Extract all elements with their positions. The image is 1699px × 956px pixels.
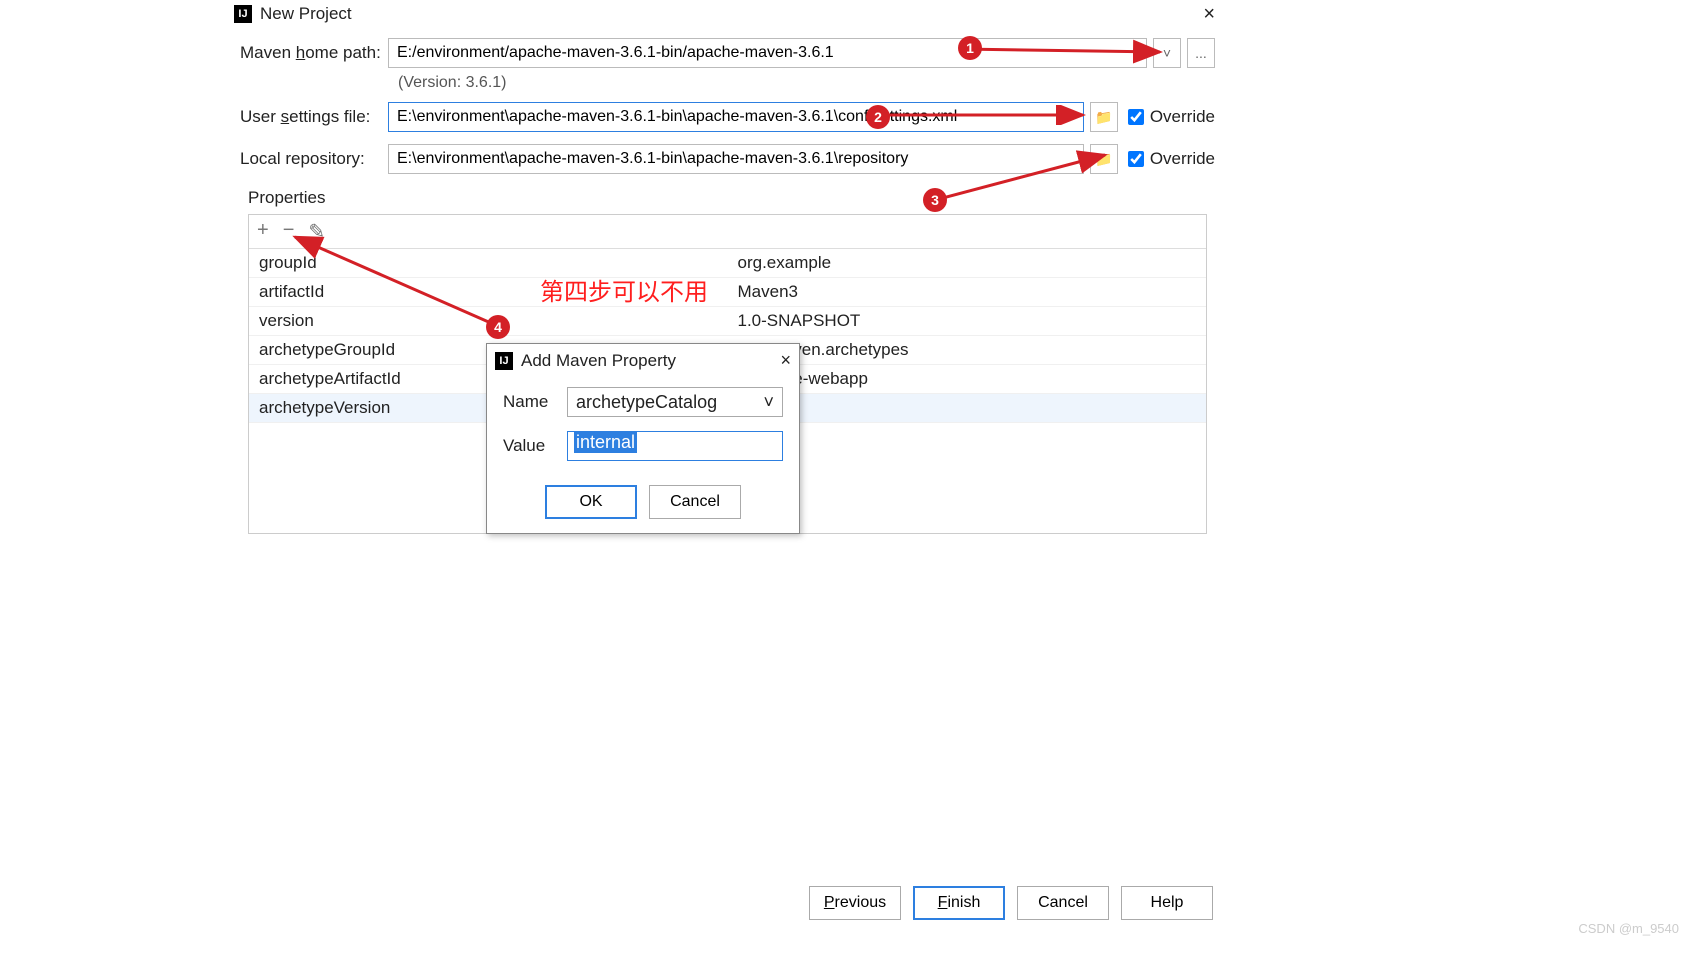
maven-home-input[interactable] <box>388 38 1147 68</box>
folder-icon[interactable]: 📁 <box>1090 144 1118 174</box>
value-input[interactable]: internal <box>567 431 783 461</box>
app-icon: IJ <box>234 5 252 23</box>
cancel-button[interactable]: Cancel <box>649 485 741 519</box>
override-local-repo[interactable]: Override <box>1128 149 1215 169</box>
chevron-down-icon[interactable]: ˅ <box>1153 38 1181 68</box>
value-label: Value <box>503 436 567 456</box>
name-combo[interactable]: archetypeCatalog˅ <box>567 387 783 417</box>
remove-icon[interactable]: − <box>283 219 295 244</box>
cancel-button[interactable]: Cancel <box>1017 886 1109 920</box>
user-settings-label: User settings file: <box>240 107 388 127</box>
maven-home-label: Maven home path: <box>240 43 388 63</box>
table-row[interactable]: artifactIdMaven3 <box>249 278 1206 307</box>
name-label: Name <box>503 392 567 412</box>
watermark: CSDN @m_9540 <box>1578 921 1679 936</box>
app-icon: IJ <box>495 352 513 370</box>
ok-button[interactable]: OK <box>545 485 637 519</box>
close-icon[interactable]: × <box>780 350 791 371</box>
add-property-dialog: IJ Add Maven Property × Name archetypeCa… <box>486 343 800 534</box>
close-icon[interactable]: × <box>1197 3 1221 26</box>
version-hint: (Version: 3.6.1) <box>398 74 1215 92</box>
browse-button[interactable]: ... <box>1187 38 1215 68</box>
window-titlebar: IJ New Project × <box>230 0 1225 28</box>
add-icon[interactable]: + <box>257 219 269 244</box>
edit-icon[interactable]: ✎ <box>308 219 325 244</box>
window-title: New Project <box>260 4 352 24</box>
previous-button[interactable]: PPreviousrevious <box>809 886 901 920</box>
annotation-badge-4: 4 <box>486 315 510 339</box>
annotation-text: 第四步可以不用 <box>540 272 708 307</box>
table-row[interactable]: version1.0-SNAPSHOT <box>249 307 1206 336</box>
table-row[interactable]: groupIdorg.example <box>249 249 1206 278</box>
override-user-settings[interactable]: Override <box>1128 107 1215 127</box>
local-repo-label: Local repository: <box>240 149 388 169</box>
annotation-badge-2: 2 <box>866 105 890 129</box>
chevron-down-icon: ˅ <box>763 392 774 413</box>
finish-button[interactable]: Finish <box>913 886 1005 920</box>
properties-heading: Properties <box>248 188 1215 208</box>
user-settings-input[interactable] <box>388 102 1084 132</box>
dialog-title: Add Maven Property <box>521 351 780 371</box>
folder-icon[interactable]: 📁 <box>1090 102 1118 132</box>
local-repo-input[interactable] <box>388 144 1084 174</box>
annotation-badge-3: 3 <box>923 188 947 212</box>
annotation-badge-1: 1 <box>958 36 982 60</box>
help-button[interactable]: Help <box>1121 886 1213 920</box>
